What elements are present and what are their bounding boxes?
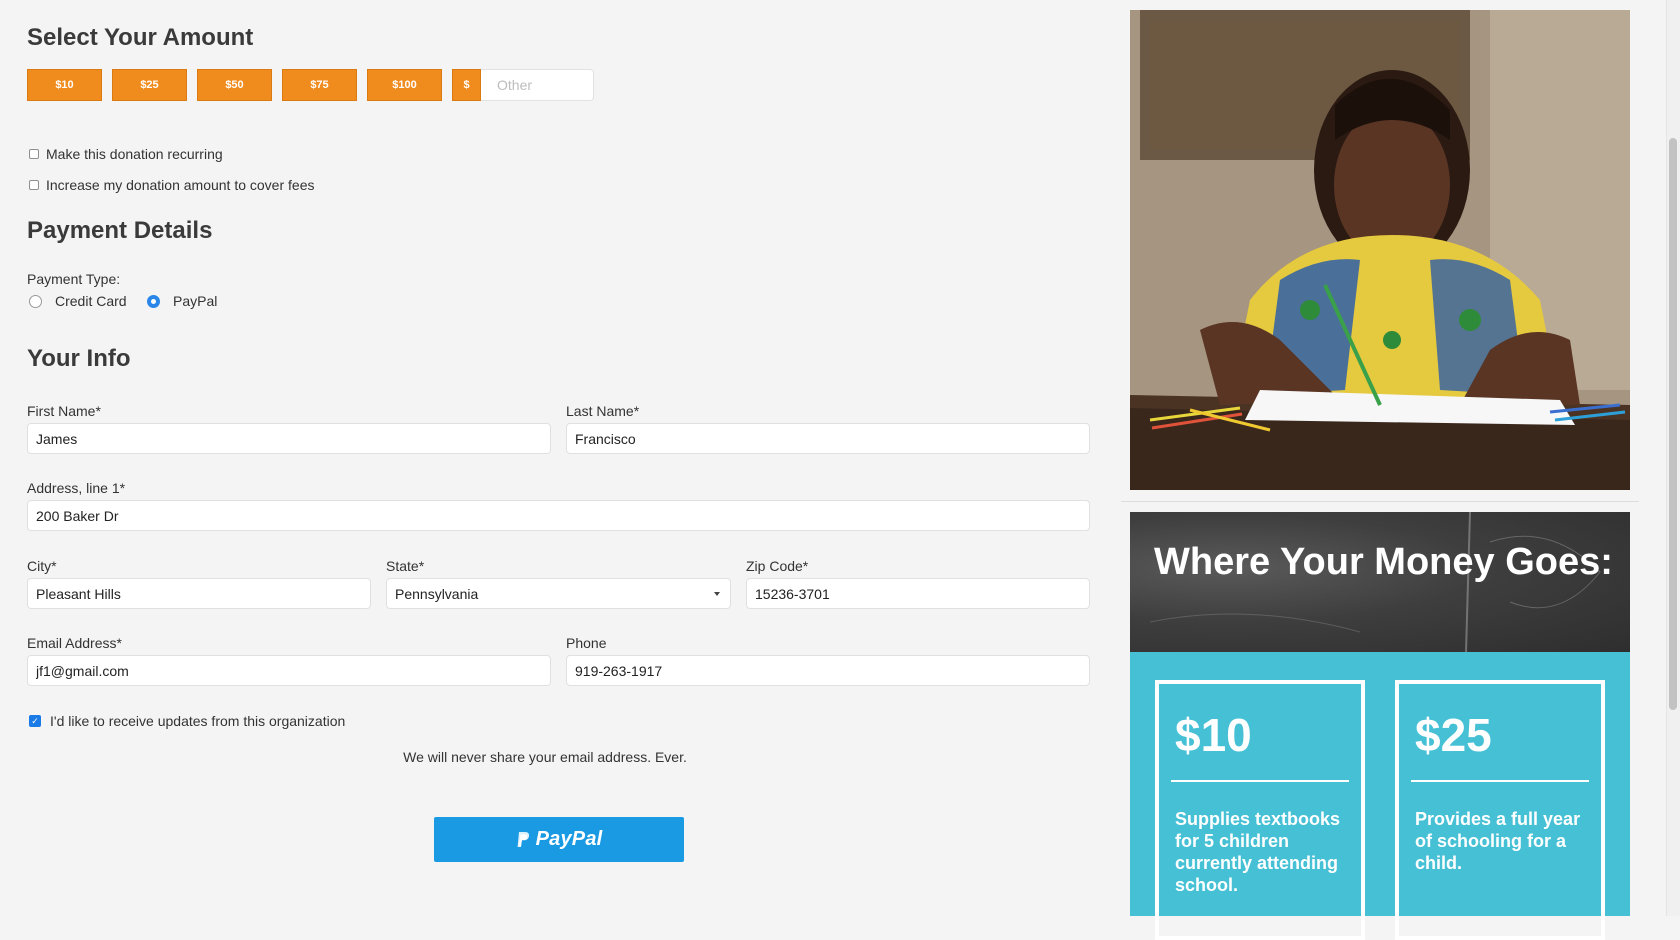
paypal-radio[interactable] <box>147 294 160 308</box>
cover-fees-checkbox[interactable] <box>29 180 39 190</box>
updates-option[interactable]: ✓ I'd like to receive updates from this … <box>29 713 345 729</box>
impact-divider <box>1411 780 1589 782</box>
recurring-label: Make this donation recurring <box>46 146 223 162</box>
zip-field[interactable] <box>746 578 1090 609</box>
paypal-logo-icon <box>517 831 529 847</box>
privacy-note: We will never share your email address. … <box>403 749 687 765</box>
select-amount-heading: Select Your Amount <box>27 24 254 51</box>
paypal-checkout-button[interactable]: PayPal <box>434 817 684 862</box>
email-label: Email Address* <box>27 635 122 651</box>
cover-fees-option[interactable]: Increase my donation amount to cover fee… <box>29 177 314 193</box>
cover-fees-label: Increase my donation amount to cover fee… <box>46 177 315 193</box>
credit-card-label: Credit Card <box>55 293 127 309</box>
chalkboard-banner: Where Your Money Goes: <box>1130 512 1630 652</box>
address-label: Address, line 1* <box>27 480 126 496</box>
payment-details-heading: Payment Details <box>27 217 213 244</box>
amount-75-button[interactable]: $75 <box>282 69 357 101</box>
updates-label: I'd like to receive updates from this or… <box>50 713 346 729</box>
state-label: State* <box>386 558 425 574</box>
paypal-option[interactable]: PayPal <box>147 293 217 309</box>
first-name-field[interactable] <box>27 423 551 454</box>
impact-amount: $25 <box>1415 709 1492 761</box>
first-name-label: First Name* <box>27 403 101 419</box>
impact-amount: $10 <box>1175 709 1252 761</box>
currency-addon: $ <box>452 69 481 101</box>
chevron-down-icon <box>714 592 720 596</box>
student-illustration <box>1130 10 1630 490</box>
city-field[interactable] <box>27 578 371 609</box>
impact-card: $25 Provides a full year of schooling fo… <box>1395 680 1605 940</box>
other-amount-input[interactable] <box>481 69 594 101</box>
amount-100-button[interactable]: $100 <box>367 69 442 101</box>
recurring-checkbox[interactable] <box>29 149 39 159</box>
impact-description: Supplies textbooks for 5 children curren… <box>1175 809 1341 895</box>
impact-card: $10 Supplies textbooks for 5 children cu… <box>1155 680 1365 940</box>
credit-card-option[interactable]: Credit Card <box>29 293 127 309</box>
email-field[interactable] <box>27 655 551 686</box>
last-name-label: Last Name* <box>566 403 640 419</box>
paypal-button-label: PayPal <box>535 828 603 850</box>
amount-25-button[interactable]: $25 <box>112 69 187 101</box>
donation-impact-panel: $10 Supplies textbooks for 5 children cu… <box>1130 652 1630 940</box>
state-value: Pennsylvania <box>395 586 479 602</box>
amount-50-button[interactable]: $50 <box>197 69 272 101</box>
impact-description: Provides a full year of schooling for a … <box>1415 809 1581 873</box>
amount-10-button[interactable]: $10 <box>27 69 102 101</box>
scrollbar-thumb[interactable] <box>1669 138 1677 710</box>
student-photo <box>1130 10 1630 490</box>
address-field[interactable] <box>27 500 1090 531</box>
recurring-option[interactable]: Make this donation recurring <box>29 146 223 162</box>
impact-divider <box>1171 780 1349 782</box>
paypal-label: PayPal <box>173 293 218 309</box>
phone-field[interactable] <box>566 655 1090 686</box>
city-label: City* <box>27 558 57 574</box>
state-select[interactable]: Pennsylvania <box>386 578 731 609</box>
phone-label: Phone <box>566 635 607 651</box>
updates-checkbox[interactable]: ✓ <box>29 715 41 727</box>
where-money-goes-title: Where Your Money Goes: <box>1154 541 1613 583</box>
credit-card-radio[interactable] <box>29 294 42 308</box>
your-info-heading: Your Info <box>27 345 131 372</box>
sidebar-divider <box>1121 501 1639 502</box>
payment-type-label: Payment Type: <box>27 271 121 287</box>
last-name-field[interactable] <box>566 423 1090 454</box>
zip-label: Zip Code* <box>746 558 809 574</box>
